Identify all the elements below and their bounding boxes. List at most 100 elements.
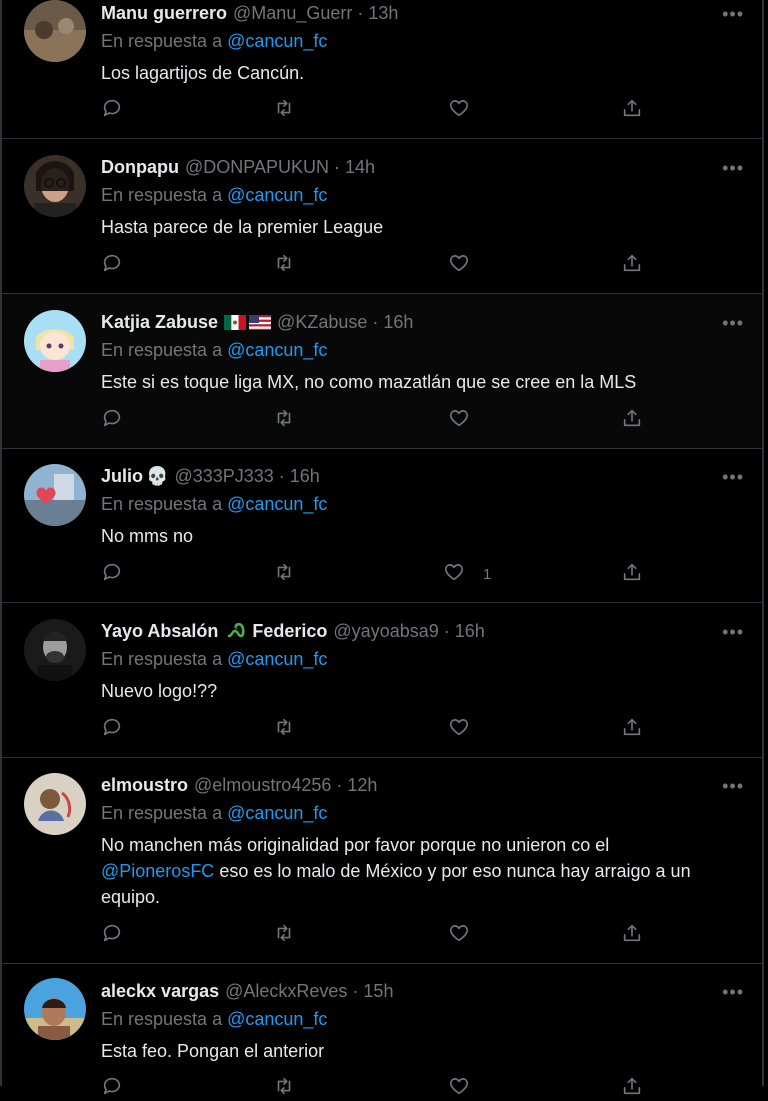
like-button[interactable] [448,923,488,947]
author-name[interactable]: Katjia Zabuse [101,312,218,333]
retweet-button[interactable] [273,562,295,586]
reply-button[interactable] [101,717,123,741]
retweet-button[interactable] [273,923,295,947]
author-name[interactable]: aleckx vargas [101,981,219,1002]
reply-mention-link[interactable]: @cancun_fc [227,31,327,51]
tweet[interactable]: Julio 💀 @333PJ333 · 16h En respuesta a @canc… [2,449,762,603]
share-button[interactable] [621,98,643,122]
retweet-button[interactable] [273,717,295,741]
tweet[interactable]: aleckx vargas @AleckxReves · 15h En respues… [2,964,762,1095]
timestamp[interactable]: 12h [347,775,377,796]
avatar[interactable] [24,155,86,217]
reply-icon [101,252,123,278]
share-icon [621,97,643,123]
like-button[interactable] [448,1076,488,1100]
tweet[interactable]: Yayo Absalón Federico @yayoabsa9 · 16h En r… [2,603,762,758]
retweet-button[interactable] [273,98,295,122]
avatar[interactable] [24,773,86,835]
tweet-text: Hasta parece de la premier League [101,217,384,237]
more-options-button[interactable]: ••• [722,776,744,797]
author-name[interactable]: elmoustro [101,775,188,796]
tweet-text: Este si es toque liga MX, no como mazatl… [101,372,637,392]
author-handle[interactable]: @KZabuse [277,312,367,333]
author-name[interactable]: Julio [101,466,143,487]
retweet-button[interactable] [273,253,295,277]
retweet-button[interactable] [273,1076,295,1100]
timestamp[interactable]: 15h [363,981,393,1002]
avatar[interactable] [24,310,86,372]
retweet-icon [273,252,295,278]
share-button[interactable] [621,1076,643,1100]
avatar[interactable] [24,619,86,681]
avatar[interactable] [24,978,86,1040]
retweet-icon [273,716,295,742]
like-button[interactable] [448,408,488,432]
reply-mention-link[interactable]: @cancun_fc [227,649,327,669]
tweet-text: No manchen más originalidad por favor po… [101,835,691,907]
retweet-icon [273,97,295,123]
reply-mention-link[interactable]: @cancun_fc [227,340,327,360]
author-handle[interactable]: @AleckxReves [225,981,347,1002]
like-button[interactable] [448,253,488,277]
reply-button[interactable] [101,1076,123,1100]
like-icon [448,716,470,742]
reply-context: En respuesta a @cancun_fc [101,340,328,360]
author-handle[interactable]: @Manu_Guerr [233,3,352,24]
timestamp[interactable]: 16h [290,466,320,487]
more-options-button[interactable]: ••• [722,982,744,1003]
more-options-button[interactable]: ••• [722,622,744,643]
timestamp[interactable]: 13h [368,3,398,24]
reply-button[interactable] [101,253,123,277]
reply-icon [101,561,123,587]
author-name-suffix[interactable]: Federico [252,621,327,642]
share-button[interactable] [621,562,643,586]
timestamp[interactable]: 16h [383,312,413,333]
author-name[interactable]: Yayo Absalón [101,621,218,642]
timestamp[interactable]: 16h [455,621,485,642]
author-name[interactable]: Manu guerrero [101,3,227,24]
author-handle[interactable]: @333PJ333 [174,466,273,487]
tweet[interactable]: elmoustro @elmoustro4256 · 12h En respuesta… [2,758,762,964]
author-name[interactable]: Donpapu [101,157,179,178]
reply-button[interactable] [101,923,123,947]
author-handle[interactable]: @yayoabsa9 [333,621,438,642]
like-button[interactable] [448,717,488,741]
timestamp[interactable]: 14h [345,157,375,178]
reply-mention-link[interactable]: @cancun_fc [227,185,327,205]
tweet-text: No mms no [101,526,194,546]
mention-link[interactable]: @PionerosFC [101,861,214,881]
like-button[interactable]: 1 [443,562,491,586]
tweet[interactable]: Katjia Zabuse @KZabuse · 16h En respuesta … [2,294,762,449]
more-options-button[interactable]: ••• [722,467,744,488]
share-icon [621,407,643,433]
tweet[interactable]: Donpapu @DONPAPUKUN · 14h En respuesta a @c… [2,139,762,294]
reply-button[interactable] [101,408,123,432]
share-button[interactable] [621,408,643,432]
reply-button[interactable] [101,562,123,586]
tweet[interactable]: Manu guerrero @Manu_Guerr · 13h En respuest… [2,0,762,139]
more-options-button[interactable]: ••• [722,158,744,179]
action-bar [101,923,661,947]
author-handle[interactable]: @elmoustro4256 [194,775,331,796]
reply-icon [101,1075,123,1101]
reply-mention-link[interactable]: @cancun_fc [227,494,327,514]
more-options-button[interactable]: ••• [722,4,744,25]
author-handle[interactable]: @DONPAPUKUN [185,157,329,178]
like-icon [448,922,470,948]
like-icon [448,252,470,278]
reply-context: En respuesta a @cancun_fc [101,31,328,51]
reply-mention-link[interactable]: @cancun_fc [227,803,327,823]
avatar[interactable] [24,464,86,526]
more-options-button[interactable]: ••• [722,313,744,334]
reply-button[interactable] [101,98,123,122]
snake-emoji-icon [226,619,246,644]
share-button[interactable] [621,923,643,947]
reply-mention-link[interactable]: @cancun_fc [227,1009,327,1029]
like-button[interactable] [448,98,488,122]
retweet-button[interactable] [273,408,295,432]
share-icon [621,1075,643,1101]
share-button[interactable] [621,253,643,277]
avatar[interactable] [24,0,86,62]
action-bar [101,253,661,277]
share-button[interactable] [621,717,643,741]
